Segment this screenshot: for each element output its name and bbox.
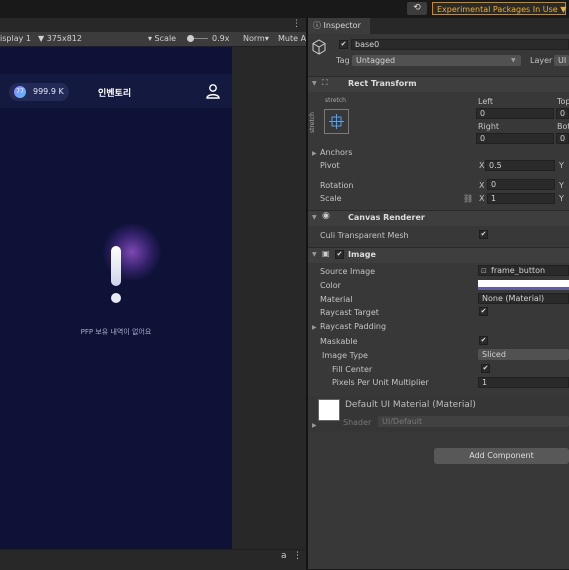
- chevron-down-icon[interactable]: ▼: [312, 251, 317, 258]
- pivot-x-label: X: [479, 161, 485, 170]
- pivot-x-field[interactable]: 0.5: [485, 160, 555, 171]
- chevron-down-icon: ▼: [511, 57, 516, 64]
- chevron-right-icon[interactable]: ▶: [312, 150, 317, 157]
- lock-icon[interactable]: a: [281, 551, 287, 561]
- user-profile-icon[interactable]: [205, 83, 221, 99]
- aspect-dropdown[interactable]: Norm▾: [243, 34, 269, 43]
- image-enabled-checkbox[interactable]: ✔: [335, 250, 344, 259]
- image-type-dropdown[interactable]: Sliced: [478, 349, 569, 360]
- scale-x-label: X: [479, 194, 485, 203]
- stretch-label-side: stretch: [309, 112, 316, 133]
- scale-label: ▾ Scale: [148, 34, 177, 43]
- info-icon: ⓘ: [313, 21, 321, 30]
- raycast-target-checkbox[interactable]: ✔: [479, 307, 488, 316]
- shader-dropdown[interactable]: UI/Default: [378, 416, 569, 427]
- shader-label: Shader: [343, 418, 372, 427]
- object-name-field[interactable]: base0: [351, 39, 569, 50]
- page-title: 인벤토리: [98, 89, 132, 99]
- chevron-down-icon[interactable]: ▼: [312, 80, 317, 87]
- object-active-checkbox[interactable]: ✔: [339, 40, 348, 49]
- anchor-presets-button[interactable]: [324, 109, 349, 134]
- eye-icon: ◉: [322, 211, 330, 221]
- top-label: Top: [557, 97, 569, 106]
- tag-dropdown[interactable]: Untagged: [352, 55, 521, 66]
- empty-state-message: PFP 보유 내역이 없어요: [80, 328, 152, 336]
- cull-transparent-mesh-checkbox[interactable]: ✔: [479, 230, 488, 239]
- right-label: Right: [478, 122, 500, 131]
- tab-inspector-label: Inspector: [323, 21, 361, 30]
- pixels-per-unit-label: Pixels Per Unit Multiplier: [332, 378, 429, 387]
- layer-label: Layer: [530, 56, 553, 65]
- rotation-x-label: X: [479, 181, 485, 190]
- more-options-icon[interactable]: ⋮: [293, 551, 302, 561]
- constrain-link-icon[interactable]: ⛓: [463, 194, 473, 203]
- coin-icon: 77: [14, 86, 26, 98]
- right-field[interactable]: 0: [476, 133, 554, 144]
- source-image-label: Source Image: [320, 267, 376, 276]
- raycast-padding-label[interactable]: Raycast Padding: [320, 322, 386, 331]
- currency-value: 999.9 K: [33, 87, 64, 96]
- more-options-icon[interactable]: ⋮: [292, 19, 301, 29]
- rotation-y-label: Y: [559, 181, 564, 190]
- color-swatch: [478, 287, 569, 290]
- scale-slider-handle[interactable]: [187, 35, 194, 42]
- anchor-stretch-icon: [329, 114, 344, 129]
- pixels-per-unit-field[interactable]: 1: [478, 377, 569, 388]
- pivot-label: Pivot: [320, 161, 340, 170]
- default-material-title: Default UI Material (Material): [345, 400, 476, 410]
- gameobject-cube-icon: [312, 39, 326, 55]
- raycast-target-label: Raycast Target: [320, 308, 379, 317]
- pivot-y-label: Y: [559, 161, 564, 170]
- top-field[interactable]: 0: [556, 108, 569, 119]
- add-component-button[interactable]: Add Component: [434, 448, 569, 464]
- color-field[interactable]: [478, 280, 569, 290]
- exclamation-dot: [111, 293, 121, 303]
- layer-dropdown[interactable]: UI: [554, 55, 569, 66]
- stretch-label-top: stretch: [325, 97, 346, 104]
- color-label: Color: [320, 281, 341, 290]
- fill-center-label: Fill Center: [332, 365, 373, 374]
- bottom-field[interactable]: 0: [556, 133, 569, 144]
- material-preview: [318, 399, 340, 421]
- material-label: Material: [320, 295, 353, 304]
- exclamation-icon: [111, 246, 121, 286]
- cull-transparent-mesh-label: Culi Transparent Mesh: [320, 231, 409, 240]
- resolution-dropdown[interactable]: ▼ 375x812: [38, 34, 82, 43]
- chevron-down-icon[interactable]: ▼: [312, 214, 317, 221]
- experimental-packages-dropdown[interactable]: Experimental Packages In Use ▼: [432, 2, 566, 15]
- tab-inspector[interactable]: ⓘ Inspector: [308, 18, 370, 34]
- scale-x-field[interactable]: 1: [487, 193, 555, 204]
- maskable-checkbox[interactable]: ✔: [479, 336, 488, 345]
- scale-y-label: Y: [559, 194, 564, 203]
- rect-transform-icon: ⛶: [322, 78, 328, 87]
- image-component-icon: ▣: [322, 249, 330, 258]
- bottom-label: Bott: [557, 122, 569, 131]
- game-tab-bar: ⋮: [0, 18, 306, 32]
- material-field[interactable]: None (Material): [478, 293, 569, 304]
- anchors-label[interactable]: Anchors: [320, 148, 352, 157]
- source-image-field[interactable]: frame_button: [478, 265, 569, 276]
- canvas-renderer-title: Canvas Renderer: [348, 213, 425, 222]
- chevron-right-icon[interactable]: ▶: [312, 324, 317, 331]
- game-bottom-bar: a ⋮: [0, 549, 306, 570]
- rotation-label: Rotation: [320, 181, 354, 190]
- rotation-x-field[interactable]: 0: [487, 179, 555, 190]
- history-icon[interactable]: ⟲: [407, 2, 427, 15]
- image-title: Image: [348, 250, 376, 259]
- sprite-icon: ⊡: [481, 267, 487, 275]
- scale-label: Scale: [320, 194, 342, 203]
- mute-audio-button[interactable]: Mute A: [278, 34, 306, 43]
- fill-center-checkbox[interactable]: ✔: [481, 364, 490, 373]
- left-field[interactable]: 0: [476, 108, 554, 119]
- image-type-label: Image Type: [322, 351, 368, 360]
- scale-value: 0.9x: [212, 34, 230, 43]
- left-label: Left: [478, 97, 494, 106]
- game-view-toolbar: isplay 1 ▼ 375x812 ▾ Scale 0.9x Norm▾ Mu…: [0, 32, 306, 47]
- rect-transform-title: Rect Transform: [348, 79, 417, 88]
- maskable-label: Maskable: [320, 337, 358, 346]
- display-dropdown[interactable]: isplay 1: [0, 34, 31, 43]
- chevron-right-icon[interactable]: ▶: [312, 422, 317, 429]
- tag-label: Tag: [336, 56, 350, 65]
